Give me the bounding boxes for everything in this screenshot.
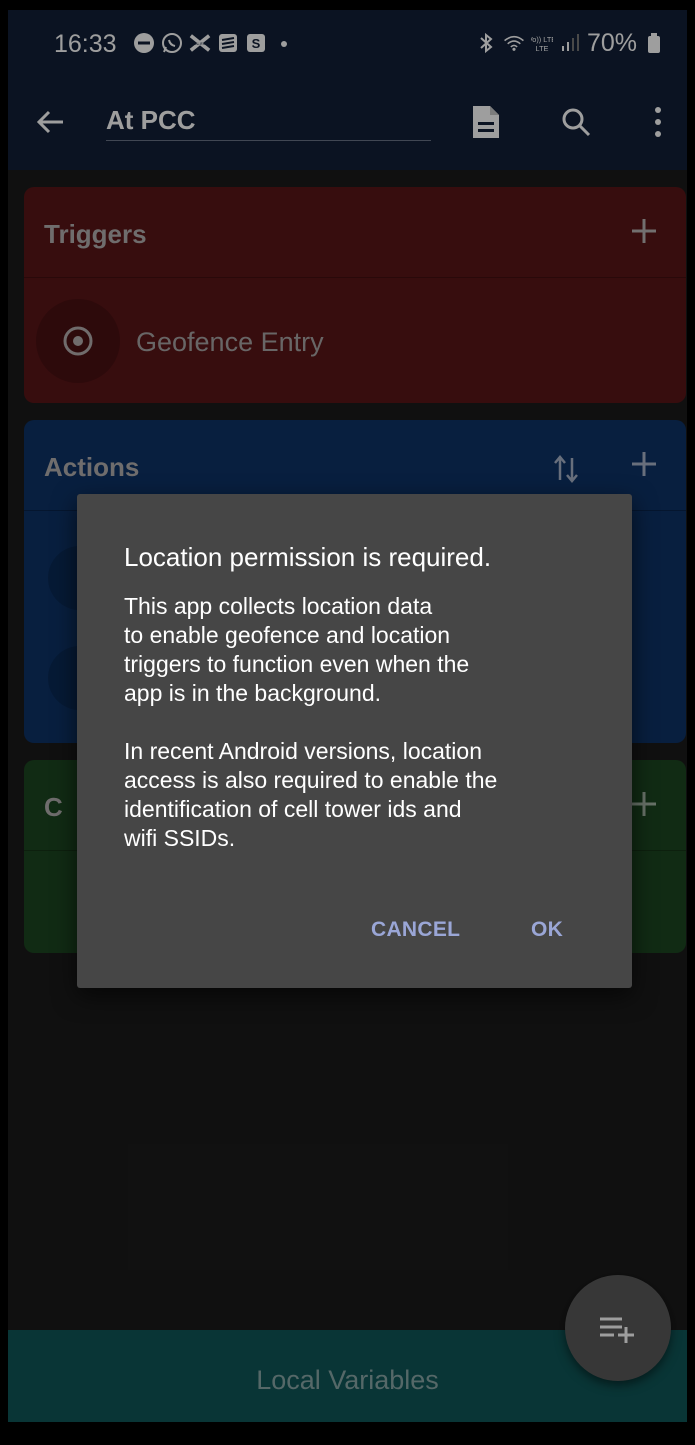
cancel-button[interactable]: CANCEL xyxy=(371,918,460,942)
permission-dialog: Location permission is required. This ap… xyxy=(77,494,632,988)
dialog-title: Location permission is required. xyxy=(124,542,492,572)
ok-button[interactable]: OK xyxy=(531,918,563,942)
dialog-message: This app collects location data to enabl… xyxy=(124,593,498,851)
